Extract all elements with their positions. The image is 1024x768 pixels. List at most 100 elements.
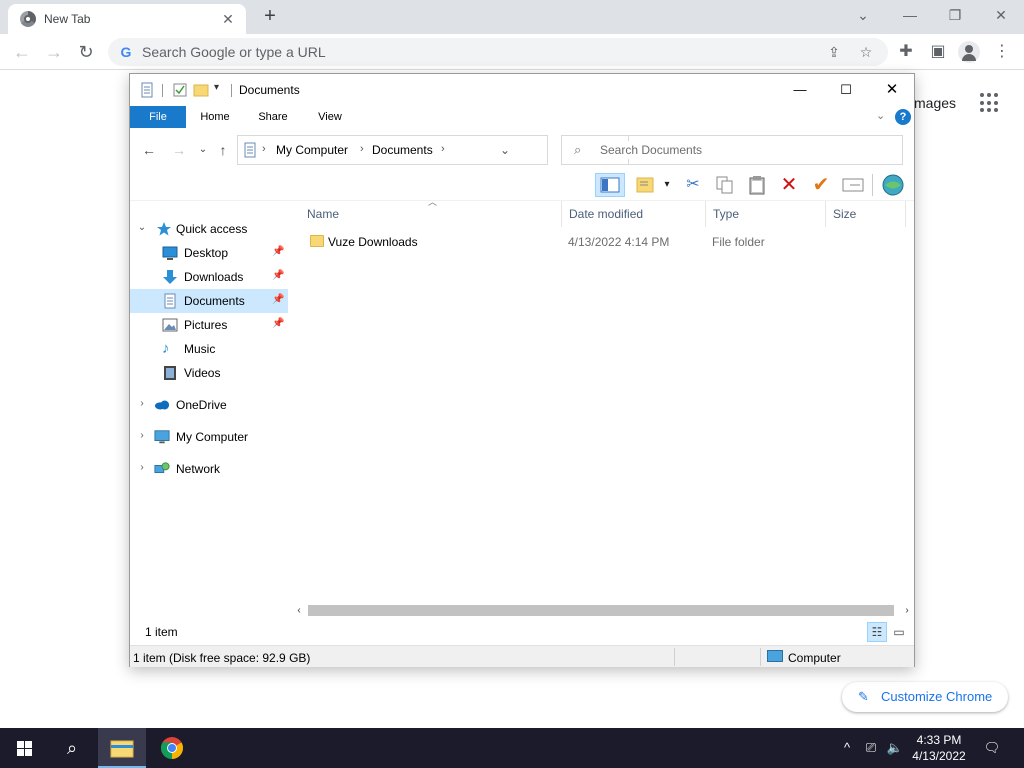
chrome-minimize-icon[interactable]: —	[895, 4, 925, 26]
nav-desktop[interactable]: Desktop 📌	[130, 241, 288, 265]
address-dropdown-chevron-icon[interactable]: ⌄	[500, 143, 510, 157]
ribbon-tab-file[interactable]: File	[130, 106, 186, 128]
omnibox[interactable]: G ⇪ ☆	[108, 38, 888, 66]
column-header-name[interactable]: Name	[300, 201, 562, 227]
new-folder-dropdown-icon[interactable]	[634, 173, 660, 197]
extensions-puzzle-icon[interactable]: ✚	[894, 40, 918, 64]
reload-icon[interactable]: ↻	[74, 40, 98, 64]
details-view-icon[interactable]: ☷	[867, 622, 887, 642]
search-documents-input[interactable]	[600, 141, 890, 159]
windows-start-icon[interactable]	[0, 728, 48, 768]
horizontal-scrollbar[interactable]: ‹ ›	[290, 602, 914, 619]
explorer-maximize-icon[interactable]: ☐	[823, 74, 869, 106]
breadcrumb-documents[interactable]: Documents	[372, 143, 433, 157]
file-name: Vuze Downloads	[328, 235, 418, 249]
scroll-left-icon[interactable]: ‹	[292, 602, 306, 619]
expand-chevron-icon[interactable]: ›	[136, 430, 148, 441]
explorer-close-icon[interactable]: ✕	[869, 74, 915, 106]
volume-tray-icon[interactable]: 🔈	[884, 728, 906, 768]
nav-onedrive[interactable]: › OneDrive	[130, 393, 288, 417]
search-documents-box[interactable]: ⌕	[561, 135, 903, 165]
globe-icon[interactable]	[880, 173, 906, 197]
taskbar-file-explorer-icon[interactable]	[98, 728, 146, 768]
chrome-menu-icon[interactable]: ⋮	[990, 40, 1014, 64]
tab-search-chevron-icon[interactable]: ⌄	[848, 4, 878, 26]
expand-ribbon-chevron-icon[interactable]: ⌄	[876, 109, 885, 122]
paste-clipboard-icon[interactable]	[744, 173, 770, 197]
ribbon-tab-home[interactable]: Home	[190, 106, 240, 128]
rename-check-icon[interactable]: ✔	[808, 173, 834, 197]
network-tray-icon[interactable]: ⎚	[860, 728, 882, 768]
google-apps-grid-icon[interactable]	[980, 93, 1000, 113]
explorer-back-icon[interactable]: ←	[140, 141, 158, 159]
nav-pictures[interactable]: Pictures 📌	[130, 313, 288, 337]
tab-new-tab[interactable]: New Tab ✕	[8, 4, 246, 34]
pin-icon[interactable]: 📌	[272, 246, 284, 257]
bookmark-star-icon[interactable]: ☆	[856, 42, 876, 62]
column-header-type[interactable]: Type	[706, 201, 826, 227]
ribbon-tab-share[interactable]: Share	[248, 106, 298, 128]
properties-check-icon[interactable]	[172, 82, 188, 98]
scroll-right-icon[interactable]: ›	[900, 602, 914, 619]
ribbon-tab-view[interactable]: View	[306, 106, 354, 128]
breadcrumb-my-computer[interactable]: My Computer	[276, 143, 348, 157]
breadcrumb-separator-icon[interactable]: ›	[360, 143, 364, 155]
customize-chrome-button[interactable]: ✎ Customize Chrome	[842, 682, 1008, 712]
breadcrumb-separator-icon[interactable]: ›	[441, 143, 445, 155]
music-icon: ♪	[162, 340, 170, 357]
copy-icon[interactable]	[712, 173, 738, 197]
taskbar-clock[interactable]: 4:33 PM 4/13/2022	[906, 732, 972, 764]
taskbar-chrome-icon[interactable]	[148, 728, 196, 768]
file-explorer-window: ▾ Documents — ☐ ✕ File Home Share View ⌄…	[129, 73, 915, 667]
share-icon[interactable]: ⇪	[824, 42, 844, 62]
nav-network[interactable]: › Network	[130, 457, 288, 481]
tray-chevron-up-icon[interactable]: ^	[838, 728, 856, 768]
cut-scissors-icon[interactable]: ✂	[680, 173, 706, 197]
expand-chevron-icon[interactable]: ›	[136, 462, 148, 473]
chrome-close-icon[interactable]: ✕	[986, 4, 1016, 26]
up-arrow-icon[interactable]: ↑	[214, 141, 232, 159]
chrome-restore-icon[interactable]: ❐	[940, 4, 970, 26]
pin-icon[interactable]: 📌	[272, 318, 284, 329]
back-arrow-icon[interactable]: ←	[10, 40, 34, 64]
ntp-images-link[interactable]: mages	[914, 95, 956, 111]
new-item-chevron-icon[interactable]: ▾	[660, 173, 674, 197]
column-header-date-modified[interactable]: Date modified	[562, 201, 706, 227]
customize-toolbar-chevron-icon[interactable]: ▾	[214, 82, 219, 93]
explorer-command-toolbar: ▾ ✂ ✕ ✔	[590, 170, 914, 200]
explorer-title-bar[interactable]: ▾ Documents — ☐ ✕	[130, 74, 914, 106]
address-bar[interactable]: › My Computer › Documents › ⌄ ↻	[237, 135, 648, 165]
file-row-vuze-downloads[interactable]: Vuze Downloads 4/13/2022 4:14 PM File fo…	[300, 231, 914, 253]
profile-avatar-icon[interactable]	[958, 41, 980, 63]
forward-arrow-icon[interactable]: →	[42, 40, 66, 64]
notifications-icon[interactable]: 🗨	[980, 728, 1004, 768]
collapse-chevron-icon[interactable]: ⌄	[136, 222, 148, 233]
nav-downloads[interactable]: Downloads 📌	[130, 265, 288, 289]
expand-chevron-icon[interactable]: ›	[136, 398, 148, 409]
large-icons-view-icon[interactable]: ▭	[889, 622, 909, 642]
nav-music[interactable]: ♪ Music	[130, 337, 288, 361]
url-input[interactable]	[142, 38, 802, 66]
nav-videos[interactable]: Videos	[130, 361, 288, 385]
help-icon[interactable]: ?	[895, 109, 911, 125]
preview-pane-icon[interactable]	[595, 173, 625, 197]
nav-my-computer[interactable]: › My Computer	[130, 425, 288, 449]
delete-x-icon[interactable]: ✕	[776, 173, 802, 197]
side-panel-icon[interactable]: ▣	[926, 40, 950, 64]
new-tab-plus-icon[interactable]: +	[258, 5, 282, 29]
computer-icon	[154, 430, 170, 444]
explorer-minimize-icon[interactable]: —	[777, 74, 823, 106]
new-folder-icon[interactable]	[193, 82, 209, 98]
column-header-size[interactable]: Size	[826, 201, 906, 227]
explorer-forward-icon[interactable]: →	[170, 141, 188, 159]
nav-documents[interactable]: Documents 📌	[130, 289, 288, 313]
scrollbar-thumb[interactable]	[308, 605, 894, 616]
taskbar-search-icon[interactable]: ⌕	[48, 728, 96, 768]
nav-quick-access[interactable]: ⌄ Quick access	[130, 217, 288, 241]
pin-icon[interactable]: 📌	[272, 294, 284, 305]
recent-locations-chevron-icon[interactable]: ⌄	[194, 141, 212, 159]
properties-icon[interactable]	[840, 173, 866, 197]
pin-icon[interactable]: 📌	[272, 270, 284, 281]
breadcrumb-separator-icon[interactable]: ›	[262, 143, 266, 155]
tab-close-icon[interactable]: ✕	[218, 9, 238, 29]
